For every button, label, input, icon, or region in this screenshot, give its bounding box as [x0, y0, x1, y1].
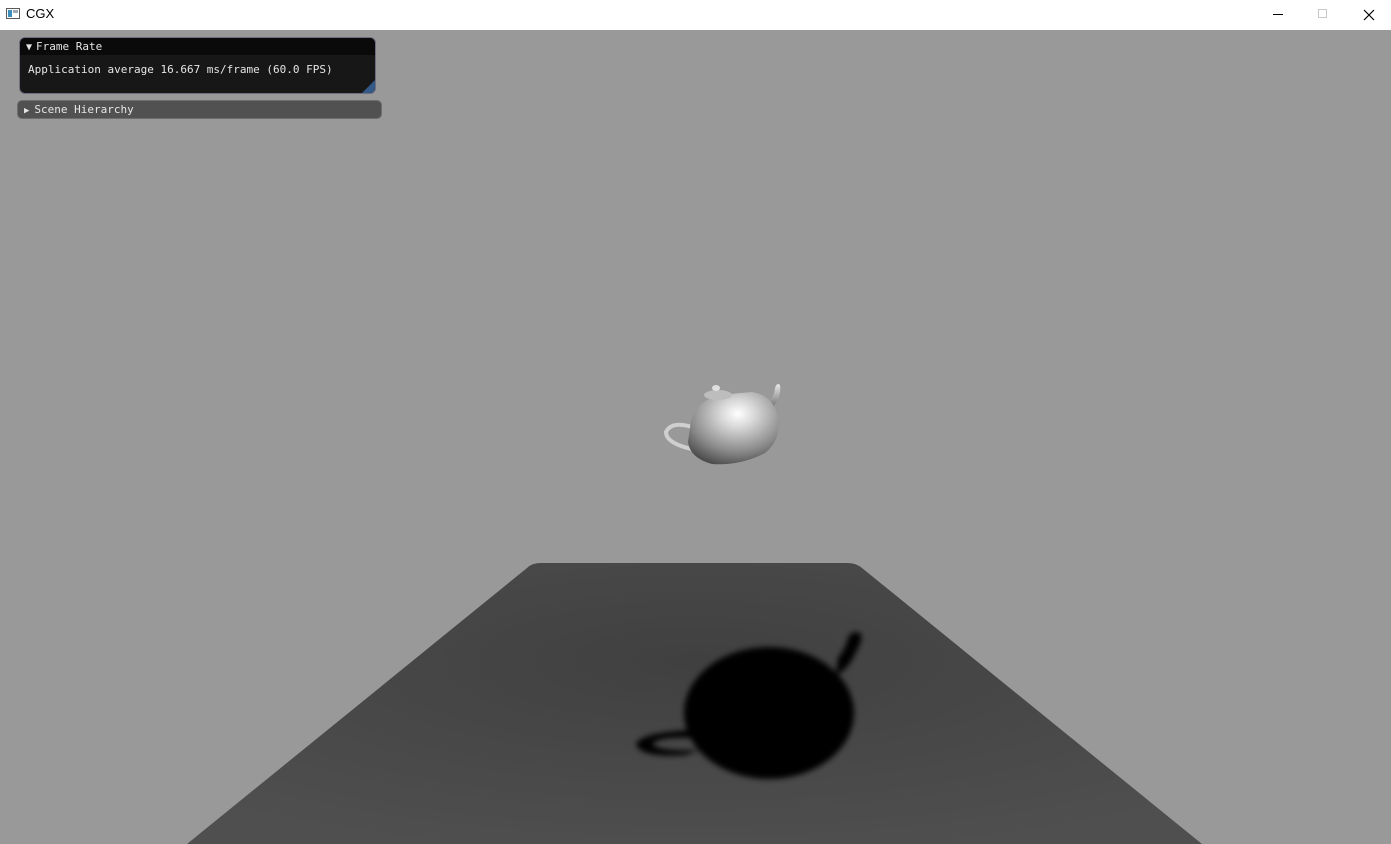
minimize-icon [1273, 14, 1283, 15]
resize-grip[interactable] [362, 80, 375, 93]
maximize-button[interactable] [1300, 0, 1346, 30]
minimize-button[interactable] [1255, 0, 1301, 30]
scene-render [187, 384, 1202, 844]
close-icon [1363, 9, 1375, 21]
window-title: CGX [26, 6, 55, 21]
title-bar: CGX [0, 0, 1391, 30]
expand-arrow-icon[interactable]: ▶ [24, 106, 29, 116]
scene-hierarchy-title: Scene Hierarchy [34, 103, 134, 116]
collapse-arrow-icon[interactable]: ▼ [26, 42, 32, 53]
frame-rate-panel[interactable]: ▼ Frame Rate Application average 16.667 m… [19, 37, 376, 94]
app-icon [6, 8, 20, 19]
fps-readout: Application average 16.667 ms/frame (60.… [28, 63, 333, 76]
frame-rate-title: Frame Rate [36, 40, 103, 53]
maximize-icon [1318, 9, 1327, 18]
frame-rate-header[interactable]: ▼ Frame Rate [20, 38, 375, 55]
teapot [663, 384, 781, 465]
scene-hierarchy-panel[interactable]: ▶ Scene Hierarchy [17, 100, 382, 119]
render-viewport[interactable] [0, 30, 1391, 844]
close-button[interactable] [1345, 0, 1391, 30]
